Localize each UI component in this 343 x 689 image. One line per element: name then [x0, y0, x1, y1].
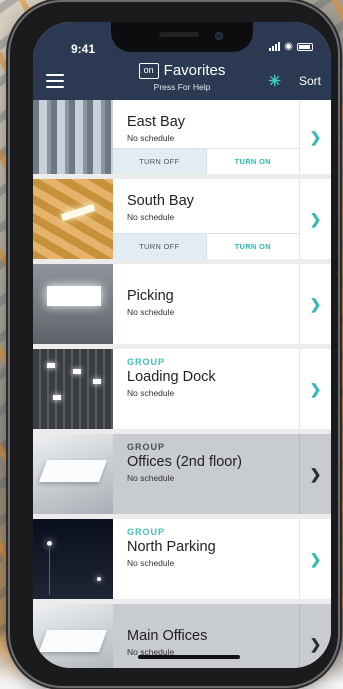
- chevron-right-icon[interactable]: ❯: [299, 434, 331, 514]
- favorites-list: East Bay No schedule TURN OFF TURN ON ❯ South…: [33, 100, 331, 668]
- favorite-name: Picking: [127, 288, 174, 304]
- schedule-text: No schedule: [127, 133, 175, 143]
- favorite-info: GROUP Loading Dock No schedule: [113, 349, 299, 429]
- hamburger-line: [46, 74, 64, 76]
- schedule-text: No schedule: [127, 307, 175, 317]
- status-time: 9:41: [71, 42, 96, 56]
- schedule-text: No schedule: [127, 473, 175, 483]
- favorite-row[interactable]: Picking No schedule ❯: [33, 264, 331, 344]
- turn-on-button[interactable]: TURN ON: [205, 149, 299, 174]
- chevron-right-icon[interactable]: ❯: [299, 519, 331, 599]
- home-indicator[interactable]: [138, 655, 240, 659]
- warehouse-ceiling-image: [33, 179, 113, 259]
- turn-on-button[interactable]: TURN ON: [205, 234, 299, 259]
- menu-button[interactable]: [46, 74, 64, 88]
- favorite-info: Picking No schedule: [113, 264, 299, 344]
- favorite-name: Main Offices: [127, 628, 208, 644]
- favorite-row[interactable]: South Bay No schedule TURN OFF TURN ON ❯: [33, 179, 331, 259]
- turn-off-button[interactable]: TURN OFF: [113, 149, 206, 174]
- app-screen: 9:41 ◉ on Favorites Press For Help ✳ Sor…: [33, 22, 331, 668]
- group-label: GROUP: [127, 442, 166, 452]
- favorite-name: Offices (2nd floor): [127, 454, 242, 470]
- favorite-name: South Bay: [127, 193, 194, 209]
- status-icons: ◉: [269, 41, 313, 52]
- power-toggle-group: TURN OFF TURN ON: [113, 233, 299, 259]
- favorite-name: Loading Dock: [127, 369, 216, 385]
- speaker-grille: [159, 32, 199, 37]
- night-parking-lamps-image: [33, 519, 113, 599]
- camera-icon: [215, 32, 223, 40]
- favorite-row[interactable]: GROUP North Parking No schedule ❯: [33, 519, 331, 599]
- favorite-name: North Parking: [127, 539, 216, 555]
- office-troffer-image: [33, 604, 113, 668]
- battery-icon: [297, 42, 313, 51]
- header-title-row: on Favorites: [93, 62, 271, 79]
- header-title-group[interactable]: on Favorites Press For Help: [93, 62, 271, 92]
- page-title: Favorites: [163, 62, 226, 79]
- cellular-signal-icon: [269, 42, 281, 51]
- favorite-row[interactable]: East Bay No schedule TURN OFF TURN ON ❯: [33, 100, 331, 174]
- dock-ceiling-lights-image: [33, 349, 113, 429]
- favorite-row[interactable]: GROUP Offices (2nd floor) No schedule ❯: [33, 434, 331, 514]
- wifi-icon: ◉: [284, 41, 293, 52]
- ceiling-light-panel-image: [33, 264, 113, 344]
- schedule-text: No schedule: [127, 388, 175, 398]
- phone-notch: [111, 22, 253, 52]
- favorite-name: East Bay: [127, 114, 186, 130]
- power-toggle-group: TURN OFF TURN ON: [113, 148, 299, 174]
- group-label: GROUP: [127, 357, 166, 367]
- schedule-text: No schedule: [127, 558, 175, 568]
- chevron-right-icon[interactable]: ❯: [299, 179, 331, 259]
- office-troffer-image: [33, 434, 113, 514]
- group-label: GROUP: [127, 527, 166, 537]
- favorite-info: East Bay No schedule TURN OFF TURN ON: [113, 100, 299, 174]
- chevron-right-icon[interactable]: ❯: [299, 264, 331, 344]
- phone-frame: 9:41 ◉ on Favorites Press For Help ✳ Sor…: [10, 2, 338, 686]
- favorite-row[interactable]: GROUP Loading Dock No schedule ❯: [33, 349, 331, 429]
- on-logo-icon: on: [138, 62, 159, 79]
- chevron-right-icon[interactable]: ❯: [299, 349, 331, 429]
- schedule-text: No schedule: [127, 212, 175, 222]
- hamburger-line: [46, 80, 64, 82]
- warehouse-racks-image: [33, 100, 113, 174]
- favorite-info: GROUP Offices (2nd floor) No schedule: [113, 434, 299, 514]
- turn-off-button[interactable]: TURN OFF: [113, 234, 206, 259]
- chevron-right-icon[interactable]: ❯: [299, 100, 331, 174]
- sort-button[interactable]: Sort: [299, 74, 321, 88]
- bluetooth-icon[interactable]: ✳: [268, 72, 281, 90]
- hamburger-line: [46, 86, 64, 88]
- favorite-info: GROUP North Parking No schedule: [113, 519, 299, 599]
- chevron-right-icon[interactable]: ❯: [299, 604, 331, 668]
- help-link[interactable]: Press For Help: [93, 82, 271, 92]
- favorite-info: South Bay No schedule TURN OFF TURN ON: [113, 179, 299, 259]
